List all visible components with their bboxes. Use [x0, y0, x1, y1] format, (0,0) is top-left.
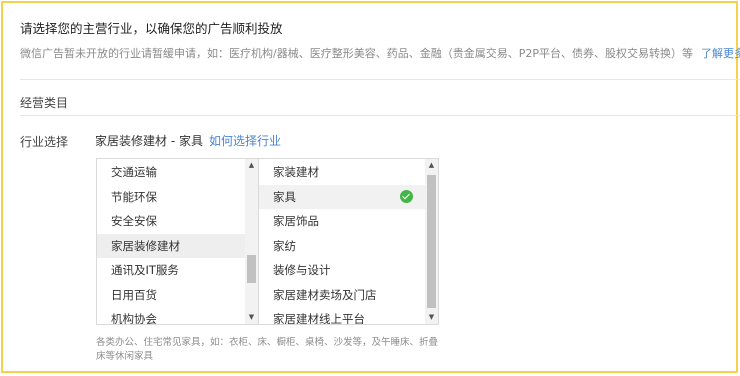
- arrow-up-icon[interactable]: ▲: [245, 159, 258, 172]
- scrollbar[interactable]: ▲ ▼: [245, 159, 258, 324]
- category-description: 各类办公、住宅常见家具，如：衣柜、床、橱柜、桌椅、沙发等，及午睡床、折叠床等休闲…: [96, 337, 439, 362]
- arrow-down-icon[interactable]: ▼: [245, 311, 258, 324]
- list-item[interactable]: 家纺: [259, 234, 425, 259]
- divider: [20, 115, 740, 116]
- list-item[interactable]: 家居建材卖场及门店: [259, 283, 425, 308]
- notice-text: 微信广告暂未开放的行业请暂缓申请，如：医疗机构/器械、医疗整形美容、药品、金融（…: [20, 47, 693, 60]
- scroll-thumb[interactable]: [427, 175, 436, 308]
- list-item[interactable]: 日用百货: [97, 283, 245, 308]
- category-list-primary[interactable]: 交通运输 节能环保 安全安保 家居装修建材 通讯及IT服务 日用百货 机构协会 …: [96, 158, 259, 325]
- list-item[interactable]: 装修与设计: [259, 258, 425, 283]
- arrow-up-icon[interactable]: ▲: [425, 159, 438, 172]
- page-title: 请选择您的主营行业，以确保您的广告顺利投放: [20, 21, 283, 36]
- check-circle-icon: [400, 190, 413, 203]
- list-item-active[interactable]: 家居装修建材: [97, 233, 245, 258]
- learn-more-link[interactable]: 了解更多: [701, 47, 740, 60]
- scroll-thumb[interactable]: [247, 255, 256, 283]
- list-item[interactable]: 安全安保: [97, 209, 245, 234]
- list-item[interactable]: 家装建材: [259, 160, 425, 185]
- list-item[interactable]: 家居饰品: [259, 209, 425, 234]
- section-title: 经营类目: [20, 96, 69, 110]
- arrow-down-icon[interactable]: ▼: [425, 311, 438, 324]
- scrollbar[interactable]: ▲ ▼: [425, 159, 438, 324]
- selected-path-text: 家居装修建材 - 家具: [95, 134, 203, 148]
- list-item[interactable]: 机构协会: [97, 307, 245, 324]
- category-list-secondary[interactable]: 家装建材 家具 家居饰品 家纺 装修与设计 家居建材卖场及门店 家居建材线上平台…: [259, 158, 439, 325]
- industry-notice: 微信广告暂未开放的行业请暂缓申请，如：医疗机构/器械、医疗整形美容、药品、金融（…: [20, 45, 740, 61]
- industry-label: 行业选择: [20, 135, 69, 149]
- list-item-selected[interactable]: 家具: [259, 184, 425, 209]
- list-item[interactable]: 家居建材线上平台: [259, 307, 425, 324]
- divider: [20, 79, 740, 80]
- selected-industry-path: 家居装修建材 - 家具 如何选择行业: [95, 132, 281, 149]
- list-item[interactable]: 节能环保: [97, 185, 245, 210]
- list-item-label: 家具: [273, 189, 296, 204]
- list-item[interactable]: 交通运输: [97, 160, 245, 185]
- how-to-choose-link[interactable]: 如何选择行业: [209, 134, 281, 148]
- list-item[interactable]: 通讯及IT服务: [97, 258, 245, 283]
